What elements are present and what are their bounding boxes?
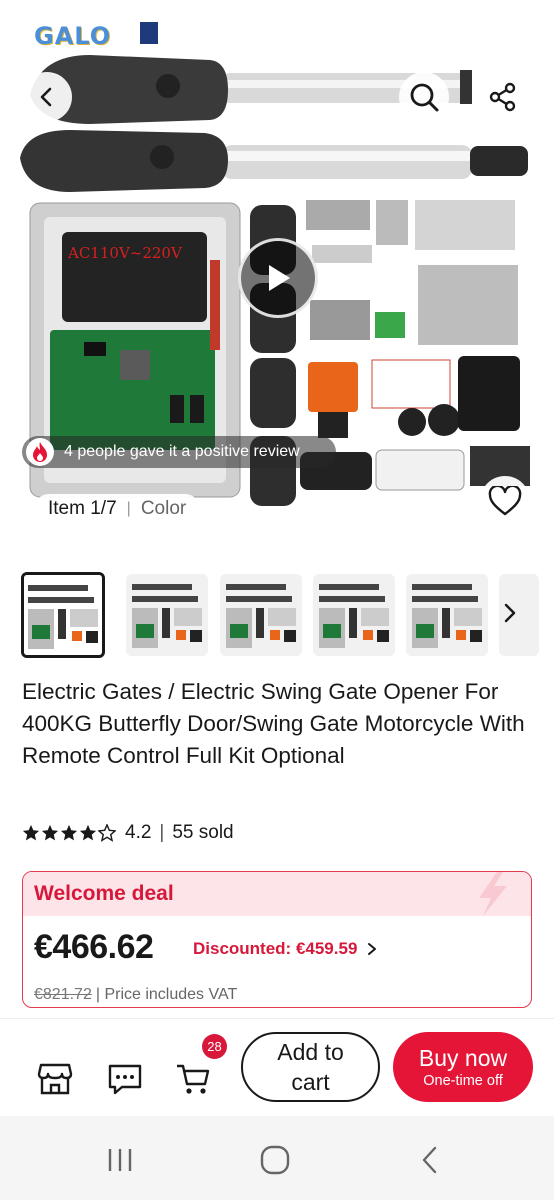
star-icon (79, 824, 97, 841)
thumbnail[interactable] (313, 574, 395, 656)
thumbnail[interactable] (21, 572, 105, 658)
thumbnail-strip (0, 572, 554, 660)
image-voltage-label: AC110V~220V (68, 244, 182, 262)
discounted-price: Discounted: €459.59 (193, 939, 358, 958)
product-image-carousel[interactable]: AC110V~220V GALO 4 people gave it a posi… (0, 0, 554, 545)
system-back-icon (422, 1146, 437, 1174)
deal-body: €466.62 Discounted: €459.59 €821.72 | Pri… (23, 916, 531, 1007)
image-counter: Item 1/7 | Color (34, 494, 201, 524)
star-empty-icon (98, 824, 116, 842)
current-price: €466.62 (34, 928, 154, 966)
divider: | (159, 822, 165, 843)
divider: | (126, 500, 131, 517)
cart-icon (177, 1064, 210, 1094)
brand-logo: GALO (34, 22, 158, 50)
cart-button[interactable] (173, 1059, 213, 1099)
thumbnail[interactable] (126, 574, 208, 656)
back-icon (40, 87, 52, 107)
play-video-button[interactable] (238, 238, 318, 318)
welcome-deal-card[interactable]: Welcome deal €466.62 Discounted: €459.59… (22, 871, 532, 1008)
recent-apps-icon (108, 1149, 132, 1171)
original-price: €821.72 (34, 986, 92, 1003)
play-icon (269, 265, 290, 291)
system-back-button[interactable] (400, 1140, 460, 1180)
system-navigation-bar (0, 1116, 554, 1200)
bottom-action-bar: 28 Add to cart Buy now One-time off (0, 1018, 554, 1116)
star-icon (22, 824, 40, 841)
search-icon (410, 83, 439, 112)
brand-logo-text: GALO (34, 22, 112, 50)
thumbnail[interactable] (220, 574, 302, 656)
discounted-price-link[interactable]: Discounted: €459.59 (193, 932, 391, 966)
vat-note: | Price includes VAT (95, 986, 238, 1003)
deal-header: Welcome deal (23, 872, 531, 916)
cart-count-badge: 28 (202, 1034, 227, 1059)
add-to-cart-label-line1: Add to (277, 1039, 344, 1065)
lightning-icon (479, 872, 507, 916)
positive-review-banner: 4 people gave it a positive review (22, 436, 336, 468)
buy-now-button[interactable]: Buy now One-time off (393, 1032, 533, 1102)
recent-apps-button[interactable] (90, 1140, 150, 1180)
thumbnail-next-button[interactable] (497, 598, 523, 628)
variant-label[interactable]: Color (141, 498, 186, 520)
star-icon (60, 824, 78, 841)
rating-row[interactable]: 4.2 | 55 sold (22, 820, 234, 846)
rating-stars (22, 824, 116, 842)
heart-icon (488, 486, 522, 516)
item-counter-text: Item 1/7 (48, 498, 117, 519)
price-note: €821.72 | Price includes VAT (34, 986, 237, 1004)
sold-count: 55 sold (172, 822, 234, 843)
buy-now-label: Buy now (418, 1045, 508, 1071)
rating-value: 4.2 (125, 822, 152, 843)
flag-icon (140, 22, 158, 44)
chevron-right-icon (504, 603, 516, 623)
add-to-cart-label-line2: cart (291, 1069, 330, 1095)
deal-label: Welcome deal (34, 882, 174, 905)
buy-now-sublabel: One-time off (423, 1073, 503, 1089)
product-title: Electric Gates / Electric Swing Gate Ope… (22, 679, 525, 768)
fire-icon (26, 438, 54, 466)
review-text: 4 people gave it a positive review (64, 443, 300, 460)
wishlist-button[interactable] (480, 476, 530, 526)
share-button[interactable] (478, 72, 528, 122)
search-button[interactable] (399, 72, 449, 122)
home-icon (260, 1145, 290, 1175)
thumbnail[interactable] (406, 574, 488, 656)
home-button[interactable] (245, 1140, 305, 1180)
store-button[interactable] (35, 1059, 75, 1099)
share-icon (489, 82, 516, 112)
message-button[interactable] (105, 1059, 145, 1099)
store-icon (37, 1063, 73, 1095)
message-icon (108, 1064, 142, 1095)
back-button[interactable] (22, 72, 72, 122)
star-icon (41, 824, 59, 841)
add-to-cart-button[interactable]: Add to cart (241, 1032, 380, 1102)
chevron-right-icon (368, 943, 377, 955)
